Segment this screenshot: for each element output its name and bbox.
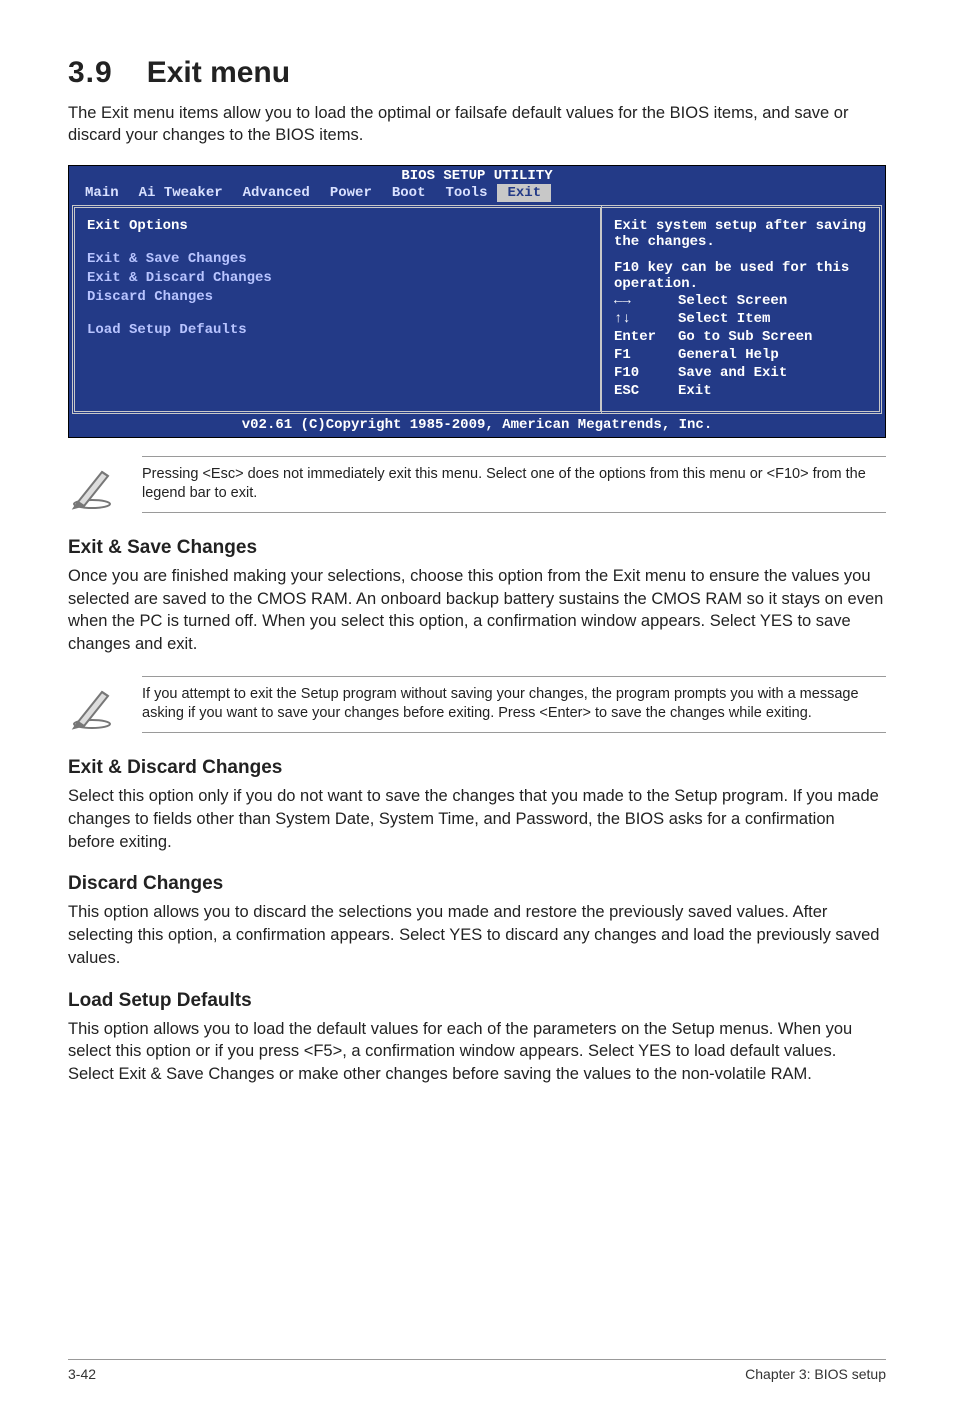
subheading-exit-discard: Exit & Discard Changes: [68, 757, 886, 779]
bios-tab-bar: Main Ai Tweaker Advanced Power Boot Tool…: [69, 184, 885, 205]
subheading-exit-save: Exit & Save Changes: [68, 537, 886, 559]
bios-tab-exit[interactable]: Exit: [497, 184, 551, 202]
bios-nav-key: F1: [614, 346, 678, 364]
bios-right-pane: Exit system setup after saving the chang…: [602, 205, 882, 414]
bios-nav-row: F10Save and Exit: [614, 364, 869, 382]
bios-nav-key: F10: [614, 364, 678, 382]
bios-nav-row: F1General Help: [614, 346, 869, 364]
bios-window: BIOS SETUP UTILITY Main Ai Tweaker Advan…: [68, 165, 886, 438]
page-heading: 3.9 Exit menu: [68, 56, 886, 90]
bios-left-pane: Exit Options Exit & Save Changes Exit & …: [72, 205, 602, 414]
bios-nav-key: ←→: [614, 292, 678, 310]
bios-nav-key: ↑↓: [614, 310, 678, 328]
note-box: Pressing <Esc> does not immediately exit…: [68, 456, 886, 513]
bios-item-load-defaults[interactable]: Load Setup Defaults: [87, 322, 588, 338]
bios-nav-key: Enter: [614, 328, 678, 346]
note-box: If you attempt to exit the Setup program…: [68, 676, 886, 733]
bios-nav-label: Exit: [678, 382, 712, 400]
bios-tab-aitweaker[interactable]: Ai Tweaker: [129, 184, 233, 202]
note-icon: [68, 462, 116, 510]
note-icon: [68, 682, 116, 730]
chapter-label: Chapter 3: BIOS setup: [745, 1366, 886, 1382]
bios-nav-row: EnterGo to Sub Screen: [614, 328, 869, 346]
bios-nav-label: Select Item: [678, 310, 770, 328]
paragraph: Select this option only if you do not wa…: [68, 785, 886, 853]
bios-nav-label: Go to Sub Screen: [678, 328, 812, 346]
bios-nav-row: ←→Select Screen: [614, 292, 869, 310]
bios-title: BIOS SETUP UTILITY: [69, 166, 885, 184]
bios-tab-tools[interactable]: Tools: [435, 184, 497, 202]
bios-nav-label: General Help: [678, 346, 779, 364]
bios-tab-advanced[interactable]: Advanced: [233, 184, 320, 202]
note-rule: If you attempt to exit the Setup program…: [142, 676, 886, 733]
bios-item-exit-save[interactable]: Exit & Save Changes: [87, 251, 588, 267]
bios-body: Exit Options Exit & Save Changes Exit & …: [69, 205, 885, 414]
bios-tab-main[interactable]: Main: [75, 184, 129, 202]
intro-paragraph: The Exit menu items allow you to load th…: [68, 102, 886, 147]
note-rule: Pressing <Esc> does not immediately exit…: [142, 456, 886, 513]
bios-nav-row: ↑↓Select Item: [614, 310, 869, 328]
bios-item-exit-discard[interactable]: Exit & Discard Changes: [87, 270, 588, 286]
bios-nav-row: ESCExit: [614, 382, 869, 400]
bios-tab-boot[interactable]: Boot: [382, 184, 436, 202]
subheading-discard: Discard Changes: [68, 873, 886, 895]
bios-nav-label: Save and Exit: [678, 364, 787, 382]
bios-help-line2: F10 key can be used for this operation.: [614, 260, 869, 292]
bios-item-discard[interactable]: Discard Changes: [87, 289, 588, 305]
note-text: Pressing <Esc> does not immediately exit…: [142, 465, 886, 504]
paragraph: This option allows you to discard the se…: [68, 901, 886, 969]
bios-nav-key: ESC: [614, 382, 678, 400]
bios-footer: v02.61 (C)Copyright 1985-2009, American …: [69, 414, 885, 437]
paragraph: Once you are finished making your select…: [68, 565, 886, 656]
bios-nav-legend: ←→Select Screen ↑↓Select Item EnterGo to…: [614, 292, 869, 401]
section-number: 3.9: [68, 56, 113, 89]
page-number: 3-42: [68, 1366, 96, 1382]
bios-tab-power[interactable]: Power: [320, 184, 382, 202]
bios-help-line1: Exit system setup after saving the chang…: [614, 218, 869, 250]
page-footer: 3-42 Chapter 3: BIOS setup: [68, 1359, 886, 1382]
bios-options-header: Exit Options: [87, 218, 588, 234]
section-title: Exit menu: [147, 56, 290, 89]
bios-help-text: Exit system setup after saving the chang…: [614, 218, 869, 292]
bios-nav-label: Select Screen: [678, 292, 787, 310]
subheading-load-defaults: Load Setup Defaults: [68, 990, 886, 1012]
note-text: If you attempt to exit the Setup program…: [142, 685, 886, 724]
paragraph: This option allows you to load the defau…: [68, 1018, 886, 1086]
